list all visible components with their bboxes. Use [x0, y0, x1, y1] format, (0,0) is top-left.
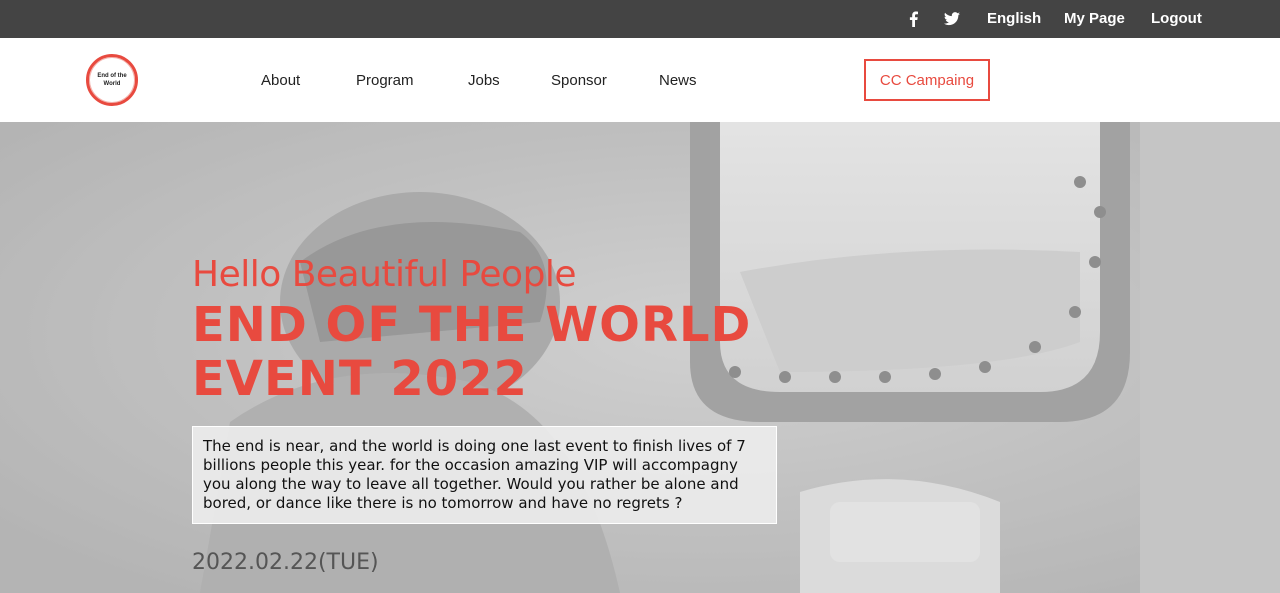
- my-page-link[interactable]: My Page: [1064, 10, 1125, 28]
- top-bar: English My Page Logout: [0, 0, 1280, 38]
- event-date: 2022.02.22(TUE): [192, 550, 379, 575]
- hero-section: Hello Beautiful People END OF THE WORLD …: [0, 122, 1280, 593]
- hero-title-line1: END OF THE WORLD: [192, 297, 752, 353]
- site-logo[interactable]: End of the World: [86, 54, 138, 106]
- logo-text-line1: End of the: [97, 73, 127, 79]
- twitter-icon[interactable]: [944, 10, 960, 28]
- nav-item-about[interactable]: About: [261, 72, 300, 90]
- language-link[interactable]: English: [987, 10, 1041, 28]
- hero-greeting: Hello Beautiful People: [192, 254, 577, 295]
- hero-title-line2: EVENT 2022: [192, 351, 528, 407]
- facebook-icon[interactable]: [906, 10, 920, 28]
- logout-link[interactable]: Logout: [1151, 10, 1202, 28]
- main-navbar: End of the World About Program Jobs Spon…: [0, 38, 1280, 122]
- nav-item-sponsor[interactable]: Sponsor: [551, 72, 607, 90]
- hero-description: The end is near, and the world is doing …: [192, 426, 777, 524]
- logo-text-line2: World: [103, 81, 121, 87]
- hero-title: END OF THE WORLD EVENT 2022: [192, 298, 812, 406]
- nav-item-news[interactable]: News: [659, 72, 697, 90]
- nav-item-jobs[interactable]: Jobs: [468, 72, 500, 90]
- cc-campaign-button[interactable]: CC Campaing: [864, 59, 990, 101]
- nav-item-program[interactable]: Program: [356, 72, 414, 90]
